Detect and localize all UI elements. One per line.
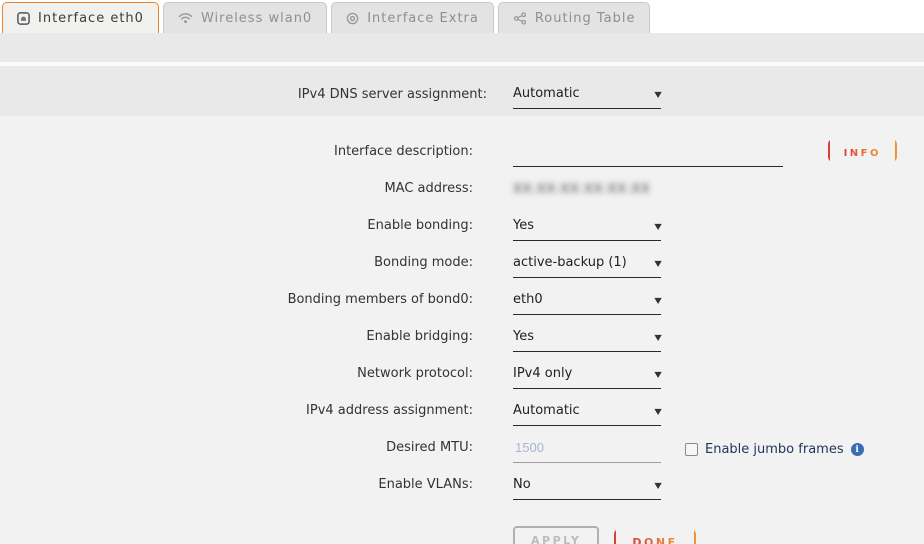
selected-value: Automatic: [513, 403, 580, 418]
interface-form: Interface description: INFO MAC address:…: [0, 116, 924, 544]
jumbo-frames-label: Enable jumbo frames: [705, 442, 844, 457]
field-label: Enable bridging:: [0, 329, 473, 352]
dropdown-caret-icon: ▼: [654, 90, 661, 99]
tab-wireless-wlan0[interactable]: Wireless wlan0: [163, 2, 327, 33]
ipv4-assignment-select[interactable]: Automatic ▼: [513, 403, 661, 426]
row-enable-bridging: Enable bridging: Yes ▼: [0, 315, 924, 352]
wifi-icon: [178, 12, 193, 24]
ethernet-port-icon: [17, 12, 30, 25]
field-label: Bonding mode:: [0, 255, 473, 278]
field-label: MAC address:: [0, 181, 473, 204]
field-label: IPv4 DNS server assignment:: [0, 87, 487, 116]
selected-value: Yes: [513, 329, 534, 344]
info-button-label: INFO: [844, 148, 881, 159]
tab-bar: Interface eth0 Wireless wlan0 Interface …: [0, 0, 924, 33]
selected-value: active-backup (1): [513, 255, 627, 270]
done-button[interactable]: DONE: [614, 529, 695, 544]
selected-value: Automatic: [513, 86, 580, 101]
desired-mtu-input[interactable]: [513, 440, 661, 463]
row-bonding-members: Bonding members of bond0: eth0 ▼: [0, 278, 924, 315]
tab-label: Interface eth0: [38, 11, 144, 26]
dropdown-caret-icon: ▼: [654, 222, 661, 231]
tab-label: Wireless wlan0: [201, 11, 312, 26]
share-nodes-icon: [513, 12, 527, 25]
field-label: Interface description:: [0, 144, 473, 167]
mac-address-value-redacted: XX:XX:XX:XX:XX:XX: [513, 182, 650, 204]
row-mac-address: MAC address: XX:XX:XX:XX:XX:XX: [0, 167, 924, 204]
selected-value: No: [513, 477, 531, 492]
network-protocol-select[interactable]: IPv4 only ▼: [513, 366, 661, 389]
enable-vlans-select[interactable]: No ▼: [513, 477, 661, 500]
dns-section: IPv4 DNS server assignment: Automatic ▼: [0, 66, 924, 116]
dropdown-caret-icon: ▼: [654, 296, 661, 305]
field-label: Desired MTU:: [0, 440, 473, 463]
bonding-members-select[interactable]: eth0 ▼: [513, 292, 661, 315]
jumbo-frames-checkbox[interactable]: [685, 443, 698, 456]
dropdown-caret-icon: ▼: [654, 259, 661, 268]
dns-assignment-select[interactable]: Automatic ▼: [513, 86, 661, 109]
field-label: Network protocol:: [0, 366, 473, 389]
done-button-label: DONE: [632, 536, 677, 544]
field-label: IPv4 address assignment:: [0, 403, 473, 426]
action-buttons: APPLY DONE: [513, 526, 924, 544]
field-label: Bonding members of bond0:: [0, 292, 473, 315]
info-circle-icon[interactable]: i: [851, 443, 864, 456]
tab-label: Interface Extra: [367, 11, 479, 26]
dropdown-caret-icon: ▼: [654, 370, 661, 379]
row-bonding-mode: Bonding mode: active-backup (1) ▼: [0, 241, 924, 278]
toolbar-band: [0, 33, 924, 62]
field-label: Enable bonding:: [0, 218, 473, 241]
dropdown-caret-icon: ▼: [654, 407, 661, 416]
interface-description-input[interactable]: [513, 145, 783, 167]
apply-button[interactable]: APPLY: [513, 526, 599, 544]
row-enable-vlans: Enable VLANs: No ▼: [0, 463, 924, 500]
dropdown-caret-icon: ▼: [654, 481, 661, 490]
tab-routing-table[interactable]: Routing Table: [498, 2, 651, 33]
info-button[interactable]: INFO: [828, 139, 897, 162]
row-dns-assignment: IPv4 DNS server assignment: Automatic ▼: [0, 68, 924, 116]
tab-interface-eth0[interactable]: Interface eth0: [2, 2, 159, 33]
selected-value: IPv4 only: [513, 366, 572, 381]
tab-interface-extra[interactable]: Interface Extra: [331, 2, 494, 33]
row-ipv4-assignment: IPv4 address assignment: Automatic ▼: [0, 389, 924, 426]
row-interface-description: Interface description: INFO: [0, 130, 924, 167]
selected-value: Yes: [513, 218, 534, 233]
row-desired-mtu: Desired MTU: Enable jumbo frames i: [0, 426, 924, 463]
field-label: Enable VLANs:: [0, 477, 473, 500]
target-icon: [346, 12, 359, 25]
dropdown-caret-icon: ▼: [654, 333, 661, 342]
row-enable-bonding: Enable bonding: Yes ▼: [0, 204, 924, 241]
enable-bridging-select[interactable]: Yes ▼: [513, 329, 661, 352]
jumbo-frames-group: Enable jumbo frames i: [685, 442, 864, 463]
selected-value: eth0: [513, 292, 543, 307]
enable-bonding-select[interactable]: Yes ▼: [513, 218, 661, 241]
bonding-mode-select[interactable]: active-backup (1) ▼: [513, 255, 661, 278]
tab-label: Routing Table: [535, 11, 636, 26]
row-network-protocol: Network protocol: IPv4 only ▼: [0, 352, 924, 389]
